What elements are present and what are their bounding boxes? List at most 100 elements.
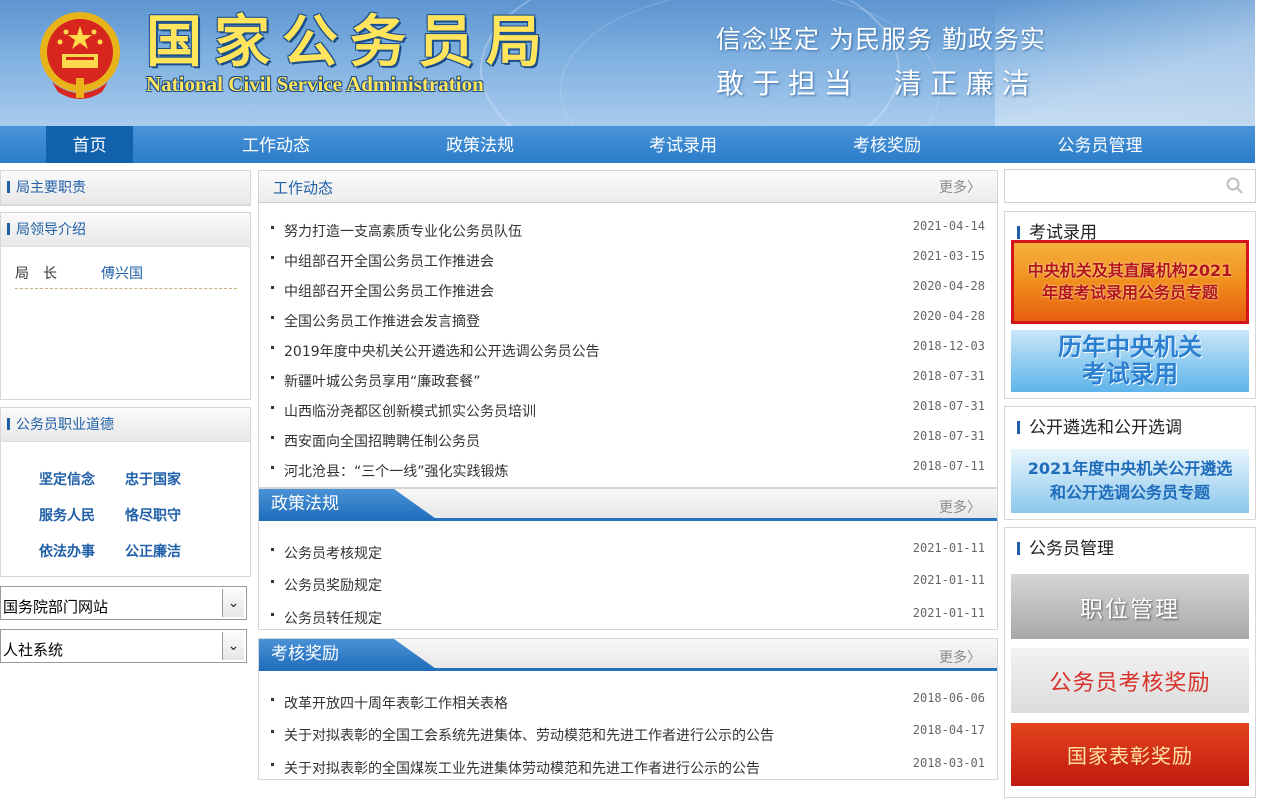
news-date: 2021-01-11: [912, 573, 985, 587]
search-input[interactable]: [1004, 169, 1256, 203]
news-date: 2021-01-11: [912, 541, 985, 555]
leader-row: 局长 傅兴国: [15, 263, 237, 289]
banner-text: 2021年度中央机关公开遴选: [1027, 459, 1233, 478]
duties-box: 局主要职责: [0, 170, 251, 206]
exam-history-banner[interactable]: 历年中央机关 考试录用: [1011, 330, 1249, 392]
policy-more-link[interactable]: 更多〉: [939, 497, 981, 517]
selection-box: 公开遴选和公开选调 2021年度中央机关公开遴选 和公开选调公务员专题: [1004, 406, 1256, 520]
select-value: 人社系统: [3, 641, 64, 659]
list-item[interactable]: 公务员转任规定 2021-01-11: [271, 606, 985, 628]
national-emblem-icon[interactable]: [36, 8, 124, 106]
news-title[interactable]: 关于对拟表彰的全国工会系统先进集体、劳动模范和先进工作者进行公示的公告: [284, 725, 774, 745]
exam-box: 考试录用 中央机关及其直属机构2021 年度考试录用公务员专题 历年中央机关 考…: [1004, 211, 1256, 399]
news-date: 2018-06-06: [912, 691, 985, 705]
awards-tab[interactable]: 考核奖励: [259, 639, 439, 671]
news-title[interactable]: 中组部召开全国公务员工作推进会: [284, 281, 494, 301]
news-title[interactable]: 河北沧县：“三个一线”强化实践锻炼: [284, 461, 509, 481]
ethics-item: 依法办事: [39, 544, 95, 560]
policy-tab[interactable]: 政策法规: [259, 489, 439, 521]
ethics-item: 服务人民: [39, 508, 95, 524]
news-title[interactable]: 新疆叶城公务员享用“廉政套餐”: [284, 371, 481, 391]
nav-exam[interactable]: 考试录用: [633, 126, 733, 163]
list-item[interactable]: 新疆叶城公务员享用“廉政套餐” 2018-07-31: [271, 369, 985, 391]
list-item[interactable]: 西安面向全国招聘聘任制公务员 2018-07-31: [271, 429, 985, 451]
list-item[interactable]: 2019年度中央机关公开遴选和公开选调公务员公告 2018-12-03: [271, 339, 985, 361]
news-date: 2020-04-28: [912, 279, 985, 293]
national-honor-banner[interactable]: 国家表彰奖励: [1011, 723, 1249, 786]
list-item[interactable]: 河北沧县：“三个一线”强化实践锻炼 2018-07-11: [271, 459, 985, 481]
bullet-icon: [271, 256, 274, 259]
bullet-icon: [271, 730, 274, 733]
hr-system-select[interactable]: 人社系统 ⌄: [0, 629, 247, 663]
list-item[interactable]: 关于对拟表彰的全国工会系统先进集体、劳动模范和先进工作者进行公示的公告 2018-…: [271, 723, 985, 745]
policy-panel: 政策法规 更多〉 公务员考核规定 2021-01-11 公务员奖励规定 2021-0…: [258, 488, 998, 630]
news-title[interactable]: 努力打造一支高素质专业化公务员队伍: [284, 221, 522, 241]
awards-more-link[interactable]: 更多〉: [939, 647, 981, 667]
slogan-line-2: 敢于担当 清正廉洁: [716, 67, 1038, 100]
news-title[interactable]: 西安面向全国招聘聘任制公务员: [284, 431, 480, 451]
chevron-down-icon[interactable]: ⌄: [222, 632, 244, 660]
banner-text: 职位管理: [1080, 596, 1180, 623]
leader-name-link[interactable]: 傅兴国: [101, 263, 143, 283]
search-icon[interactable]: [1225, 176, 1245, 196]
news-date: 2018-07-11: [912, 459, 985, 473]
site-header: 国家公务员局 National Civil Service Administra…: [0, 0, 1255, 126]
list-item[interactable]: 改革开放四十周年表彰工作相关表格 2018-06-06: [271, 691, 985, 713]
bullet-icon: [271, 346, 274, 349]
mgmt-box: 公务员管理 职位管理 公务员考核奖励 国家表彰奖励: [1004, 527, 1256, 798]
news-title[interactable]: 2019年度中央机关公开遴选和公开选调公务员公告: [284, 341, 600, 361]
list-item[interactable]: 努力打造一支高素质专业化公务员队伍 2021-04-14: [271, 219, 985, 241]
selection-2021-banner[interactable]: 2021年度中央机关公开遴选 和公开选调公务员专题: [1011, 449, 1249, 513]
exam-2021-banner[interactable]: 中央机关及其直属机构2021 年度考试录用公务员专题: [1011, 240, 1249, 324]
ethics-item: 忠于国家: [125, 472, 181, 488]
news-title[interactable]: 山西临汾尧都区创新模式抓实公务员培训: [284, 401, 536, 421]
ethics-item: 坚定信念: [39, 472, 95, 488]
nav-awards[interactable]: 考核奖励: [837, 126, 937, 163]
news-title[interactable]: 关于对拟表彰的全国煤炭工业先进集体劳动模范和先进工作者进行公示的公告: [284, 758, 760, 778]
assessment-award-banner[interactable]: 公务员考核奖励: [1011, 648, 1249, 713]
news-date: 2018-12-03: [912, 339, 985, 353]
list-item[interactable]: 公务员奖励规定 2021-01-11: [271, 573, 985, 595]
banner-text: 历年中央机关: [1058, 333, 1202, 361]
news-title[interactable]: 全国公务员工作推进会发言摘登: [284, 311, 480, 331]
news-date: 2018-07-31: [912, 399, 985, 413]
nav-home[interactable]: 首页: [46, 126, 133, 163]
news-title[interactable]: 公务员考核规定: [284, 543, 382, 563]
work-news-more-link[interactable]: 更多〉: [939, 171, 981, 205]
list-item[interactable]: 中组部召开全国公务员工作推进会 2020-04-28: [271, 279, 985, 301]
state-council-sites-select[interactable]: 国务院部门网站 ⌄: [0, 586, 247, 620]
banner-text: 国家表彰奖励: [1067, 744, 1193, 768]
duties-link[interactable]: 局主要职责: [1, 171, 250, 205]
site-title: 国家公务员局: [146, 9, 554, 75]
nav-work-news[interactable]: 工作动态: [226, 126, 326, 163]
list-item[interactable]: 关于对拟表彰的全国煤炭工业先进集体劳动模范和先进工作者进行公示的公告 2018-0…: [271, 756, 985, 778]
list-item[interactable]: 中组部召开全国公务员工作推进会 2021-03-15: [271, 249, 985, 271]
banner-text: 年度考试录用公务员专题: [1041, 283, 1218, 302]
leaders-title[interactable]: 局领导介绍: [1, 213, 250, 247]
news-title[interactable]: 改革开放四十周年表彰工作相关表格: [284, 693, 508, 713]
work-news-panel: 工作动态 更多〉 努力打造一支高素质专业化公务员队伍 2021-04-14 中组部…: [258, 170, 998, 488]
bullet-icon: [271, 436, 274, 439]
work-news-title[interactable]: 工作动态: [273, 179, 333, 197]
list-item[interactable]: 全国公务员工作推进会发言摘登 2020-04-28: [271, 309, 985, 331]
news-title[interactable]: 公务员转任规定: [284, 608, 382, 628]
news-date: 2018-03-01: [912, 756, 985, 770]
banner-text: 考试录用: [1082, 360, 1178, 388]
leader-role: 局长: [15, 266, 71, 282]
list-item[interactable]: 山西临汾尧都区创新模式抓实公务员培训 2018-07-31: [271, 399, 985, 421]
nav-policy[interactable]: 政策法规: [430, 126, 530, 163]
bullet-icon: [271, 698, 274, 701]
bullet-icon: [271, 376, 274, 379]
ethics-title[interactable]: 公务员职业道德: [1, 408, 250, 442]
news-title[interactable]: 中组部召开全国公务员工作推进会: [284, 251, 494, 271]
bullet-icon: [271, 613, 274, 616]
banner-text: 和公开选调公务员专题: [1049, 483, 1210, 502]
list-item[interactable]: 公务员考核规定 2021-01-11: [271, 541, 985, 563]
mgmt-title[interactable]: 公务员管理: [1017, 534, 1114, 559]
nav-civil-service-mgmt[interactable]: 公务员管理: [1040, 126, 1160, 163]
selection-title[interactable]: 公开遴选和公开选调: [1017, 413, 1182, 438]
position-mgmt-banner[interactable]: 职位管理: [1011, 574, 1249, 639]
news-title[interactable]: 公务员奖励规定: [284, 575, 382, 595]
chevron-down-icon[interactable]: ⌄: [222, 589, 244, 617]
ethics-item: 恪尽职守: [125, 508, 181, 524]
